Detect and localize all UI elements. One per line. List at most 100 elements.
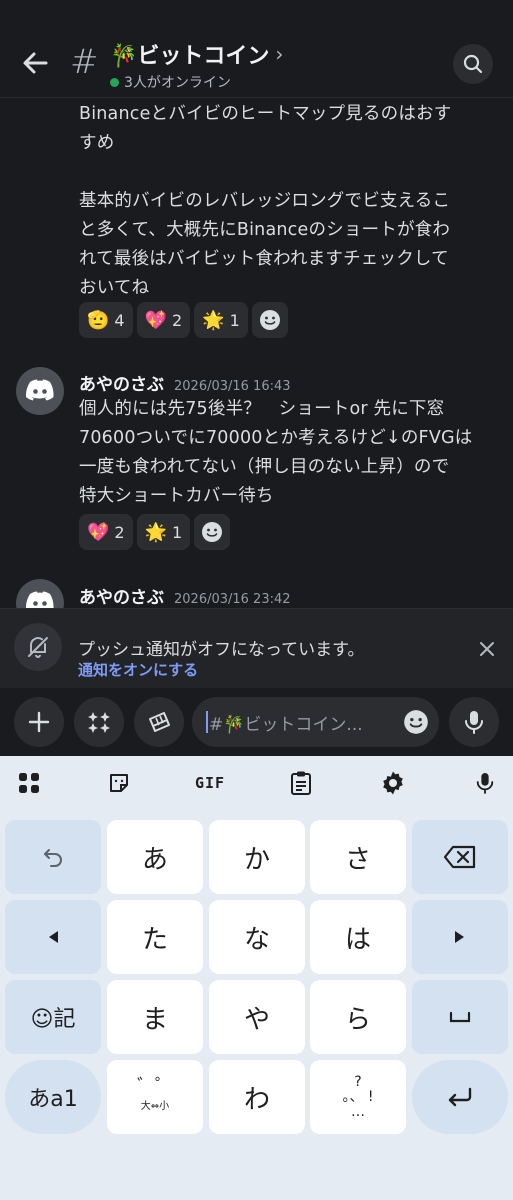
gear-icon[interactable] [378, 768, 408, 798]
message-line: Binanceとバイビのヒートマップ見るのはおす [79, 104, 452, 124]
sparkling-heart-icon: 💖 [87, 521, 110, 543]
reaction-bar: 💖 2 🌟 1 [79, 514, 231, 550]
salute-emoji-icon: 🫡 [87, 309, 110, 331]
gif-button[interactable]: GIF [186, 768, 234, 798]
key-ka[interactable]: か [209, 820, 305, 894]
push-notification-banner: プッシュ通知がオフになっています。 通知をオンにする [0, 608, 513, 688]
chevron-right-icon: › [275, 42, 284, 66]
cursor-left-key[interactable] [5, 900, 101, 974]
channel-hash-icon: # [70, 42, 99, 82]
backspace-icon [443, 845, 476, 869]
reaction-star[interactable]: 🌟 1 [136, 514, 191, 550]
voice-message-button[interactable] [449, 697, 499, 747]
message-input[interactable]: #🎋ビットコイン... [192, 697, 439, 747]
space-key[interactable] [412, 980, 508, 1054]
smiley-icon [202, 522, 223, 542]
glowing-star-icon: 🌟 [144, 521, 168, 543]
sparkling-heart-icon: 💖 [144, 309, 168, 331]
search-button[interactable] [453, 44, 493, 84]
clipboard-icon[interactable] [286, 768, 316, 798]
apps-button[interactable] [74, 697, 124, 747]
enter-icon [448, 1087, 472, 1107]
key-ta[interactable]: た [107, 900, 203, 974]
gift-nitro-button[interactable] [134, 697, 184, 747]
text-caret [206, 711, 208, 733]
author-name[interactable]: あやのさぶ [79, 370, 164, 395]
key-ma[interactable]: ま [107, 980, 203, 1054]
channel-title-block[interactable]: 🎋ビットコイン › 3人がオンライン [110, 38, 283, 92]
author-name[interactable]: あやのさぶ [79, 583, 164, 608]
key-ya[interactable]: や [209, 980, 305, 1054]
reaction-star[interactable]: 🌟 1 [194, 302, 248, 338]
punct-mid-label: 。、 ! [342, 1088, 374, 1105]
message-content: 個人的には先75後半？ ショートor 先に下窓 70600ついでに70000とか… [79, 395, 499, 511]
key-wa[interactable]: わ [209, 1060, 305, 1134]
emoji-symbol-key[interactable]: ☺記 [5, 980, 101, 1054]
sparkle-apps-icon [88, 712, 110, 733]
undo-key[interactable] [5, 820, 101, 894]
online-count: 3人がオンライン [124, 75, 231, 91]
key-ra[interactable]: ら [310, 980, 406, 1054]
grid-apps-icon[interactable] [14, 768, 44, 798]
sticker-icon[interactable] [104, 768, 134, 798]
microphone-icon[interactable] [470, 768, 500, 798]
add-reaction-button[interactable] [251, 302, 288, 338]
message-line: れて最後はバイビット食われますチェックして [79, 249, 449, 269]
message-composer: #🎋ビットコイン... [0, 688, 513, 756]
reaction-count: 1 [229, 310, 240, 330]
input-mode-key[interactable]: あa1 [5, 1060, 101, 1134]
reaction-count: 2 [114, 522, 125, 542]
message-timestamp: 2026/03/16 16:43 [174, 379, 291, 394]
back-arrow-icon[interactable] [18, 46, 52, 80]
dakuten-key[interactable]: ゛゜ 大⇔小 [107, 1060, 203, 1134]
avatar[interactable] [16, 367, 64, 415]
close-icon[interactable] [474, 636, 500, 662]
message-list[interactable]: Binanceとバイビのヒートマップ見るのはおす すめ 基本的バイビのレバレッジ… [0, 98, 513, 608]
message-line: おいてね [79, 278, 150, 298]
message-line: すめ [79, 133, 115, 153]
microphone-icon [465, 711, 483, 734]
enter-key[interactable] [412, 1060, 508, 1134]
reaction-count: 2 [172, 310, 183, 330]
key-na[interactable]: な [209, 900, 305, 974]
plus-icon [28, 711, 50, 733]
enable-notifications-link[interactable]: 通知をオンにする [78, 659, 198, 680]
punct-bot-label: … [351, 1103, 365, 1120]
add-reaction-button[interactable] [194, 514, 231, 550]
discord-logo-icon [25, 379, 54, 401]
add-attachment-button[interactable] [14, 697, 64, 747]
undo-icon [44, 849, 62, 867]
cursor-right-key[interactable] [412, 900, 508, 974]
punct-top-label: ? [354, 1073, 362, 1090]
online-dot-icon [110, 77, 119, 87]
avatar[interactable] [16, 579, 64, 608]
punctuation-key[interactable]: ? 。、 ! … [310, 1060, 406, 1134]
message-content: Binanceとバイビのヒートマップ見るのはおす すめ 基本的バイビのレバレッジ… [79, 100, 499, 303]
message-line: 個人的には先75後半？ ショートor 先に下窓 [79, 399, 445, 419]
reaction-heart[interactable]: 💖 2 [79, 514, 133, 550]
bell-off-icon [14, 623, 62, 671]
keyboard-toolbar: GIF [0, 756, 513, 810]
right-triangle-icon [455, 931, 464, 943]
message-line [79, 158, 499, 187]
backspace-key[interactable] [412, 820, 508, 894]
discord-logo-icon [25, 591, 54, 608]
notice-title: プッシュ通知がオフになっています。 [78, 640, 365, 660]
channel-title[interactable]: 🎋ビットコイン [110, 38, 269, 70]
key-sa[interactable]: さ [310, 820, 406, 894]
message-line: 特大ショートカバー待ち [79, 486, 274, 506]
channel-header: # 🎋ビットコイン › 3人がオンライン [0, 0, 513, 98]
emoji-picker-button[interactable] [403, 709, 429, 739]
gift-icon [149, 712, 170, 732]
key-a[interactable]: あ [107, 820, 203, 894]
dakuten-sub-label: 大⇔小 [140, 1101, 170, 1112]
reaction-salute[interactable]: 🫡 4 [79, 302, 133, 338]
reaction-count: 4 [114, 310, 125, 330]
reaction-count: 1 [172, 522, 183, 542]
search-icon [463, 54, 483, 74]
message-timestamp: 2026/03/16 23:42 [174, 592, 291, 607]
smiley-icon [259, 310, 280, 330]
key-ha[interactable]: は [310, 900, 406, 974]
soft-keyboard: GIF あ か さ た な は ☺記 ま や ら あa1 ゛゜ 大⇔小 わ ? … [0, 756, 513, 1200]
reaction-heart[interactable]: 💖 2 [136, 302, 191, 338]
